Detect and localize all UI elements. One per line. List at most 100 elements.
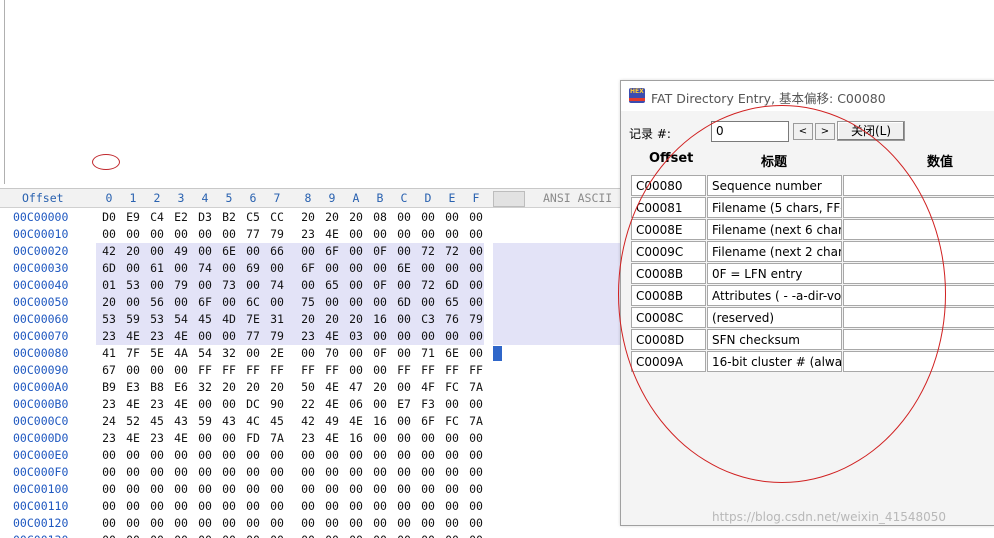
hex-byte[interactable]: 00 xyxy=(121,226,145,243)
hex-byte[interactable]: 03 xyxy=(344,328,368,345)
hex-byte[interactable]: 00 xyxy=(145,498,169,515)
hex-byte[interactable]: 77 xyxy=(241,328,265,345)
hex-row[interactable]: 00C00100 00 00 00 00 00 00 00 00 00 00 00 00 00 00 00 00 xyxy=(0,481,640,498)
hex-byte[interactable]: 7A xyxy=(265,430,289,447)
hex-byte[interactable]: 00 xyxy=(416,226,440,243)
hex-byte[interactable]: 53 xyxy=(97,311,121,328)
hex-byte[interactable]: 4E xyxy=(169,396,193,413)
hex-byte[interactable]: FF xyxy=(416,362,440,379)
hex-byte[interactable]: FC xyxy=(440,379,464,396)
hex-byte[interactable]: 00 xyxy=(440,430,464,447)
hex-byte[interactable]: 00 xyxy=(145,226,169,243)
hex-byte[interactable]: 00 xyxy=(464,498,488,515)
hex-byte[interactable]: 23 xyxy=(97,328,121,345)
hex-byte[interactable]: 00 xyxy=(392,379,416,396)
hex-row[interactable]: 00C000E0 00 00 00 00 00 00 00 00 00 00 00 00 00 00 00 00 xyxy=(0,447,640,464)
hex-byte[interactable]: 4E xyxy=(320,430,344,447)
hex-byte[interactable]: 00 xyxy=(320,260,344,277)
hex-byte[interactable]: 00 xyxy=(217,328,241,345)
hex-byte[interactable]: 00 xyxy=(392,430,416,447)
hex-byte[interactable]: 00 xyxy=(464,481,488,498)
hex-byte[interactable]: 00 xyxy=(217,532,241,538)
hex-byte[interactable]: 23 xyxy=(296,226,320,243)
hex-byte[interactable]: D0 xyxy=(97,209,121,226)
hex-byte[interactable]: 00 xyxy=(241,532,265,538)
hex-byte[interactable]: 00 xyxy=(241,481,265,498)
hex-byte[interactable]: 43 xyxy=(217,413,241,430)
hex-byte[interactable]: 16 xyxy=(368,413,392,430)
hex-byte[interactable]: 00 xyxy=(464,209,488,226)
hex-byte[interactable]: B2 xyxy=(217,209,241,226)
hex-byte[interactable]: 74 xyxy=(193,260,217,277)
hex-byte[interactable]: 00 xyxy=(344,345,368,362)
hex-byte[interactable]: 00 xyxy=(193,396,217,413)
hex-byte[interactable]: 79 xyxy=(265,328,289,345)
hex-byte[interactable]: 59 xyxy=(193,413,217,430)
hex-byte[interactable]: 00 xyxy=(241,447,265,464)
entry-value-cell[interactable] xyxy=(843,241,994,262)
hex-byte[interactable]: 45 xyxy=(193,311,217,328)
hex-byte[interactable]: 00 xyxy=(121,481,145,498)
hex-byte[interactable]: 23 xyxy=(145,430,169,447)
hex-byte[interactable]: 00 xyxy=(121,498,145,515)
hex-byte[interactable]: 6D xyxy=(392,294,416,311)
hex-byte[interactable]: 00 xyxy=(193,226,217,243)
hex-byte[interactable]: 4E xyxy=(320,226,344,243)
hex-byte[interactable]: 00 xyxy=(440,464,464,481)
hex-byte[interactable]: 00 xyxy=(320,294,344,311)
hex-byte[interactable]: 6E xyxy=(392,260,416,277)
hex-byte[interactable]: 7F xyxy=(121,345,145,362)
hex-byte[interactable]: 00 xyxy=(464,345,488,362)
hex-byte[interactable]: 6C xyxy=(241,294,265,311)
hex-byte[interactable]: E6 xyxy=(169,379,193,396)
hex-byte[interactable]: E3 xyxy=(121,379,145,396)
hex-byte[interactable]: 00 xyxy=(368,226,392,243)
hex-byte[interactable]: 08 xyxy=(368,209,392,226)
hex-row[interactable]: 00C00050 20 00 56 00 6F 00 6C 00 75 00 00 00 6D 00 65 00 xyxy=(0,294,640,311)
hex-editor-view[interactable]: Offset ANSI ASCII 0123456789ABCDEF 00C00… xyxy=(0,188,640,538)
hex-byte[interactable]: 72 xyxy=(416,243,440,260)
hex-byte[interactable]: 00 xyxy=(392,498,416,515)
hex-byte[interactable]: 67 xyxy=(97,362,121,379)
hex-byte[interactable]: 00 xyxy=(416,209,440,226)
hex-byte[interactable]: 00 xyxy=(217,294,241,311)
hex-byte[interactable]: 74 xyxy=(265,277,289,294)
hex-byte[interactable]: FF xyxy=(320,362,344,379)
hex-byte[interactable]: E2 xyxy=(169,209,193,226)
hex-byte[interactable]: 6F xyxy=(193,294,217,311)
hex-byte[interactable]: 72 xyxy=(416,277,440,294)
hex-byte[interactable]: 16 xyxy=(344,430,368,447)
hex-byte[interactable]: 00 xyxy=(296,464,320,481)
hex-byte[interactable]: 00 xyxy=(97,532,121,538)
hex-byte[interactable]: 00 xyxy=(416,515,440,532)
hex-byte[interactable]: FC xyxy=(440,413,464,430)
hex-byte[interactable]: 4C xyxy=(241,413,265,430)
hex-row[interactable]: 00C00000 D0 E9 C4 E2 D3 B2 C5 CC 20 20 20 08 00 00 00 00 xyxy=(0,209,640,226)
hex-byte[interactable]: 00 xyxy=(121,515,145,532)
hex-byte[interactable]: 79 xyxy=(265,226,289,243)
hex-byte[interactable]: 00 xyxy=(440,328,464,345)
hex-row[interactable]: 00C0013000000000000000000000000000000000 xyxy=(0,532,640,538)
close-button[interactable]: 关闭(L) xyxy=(837,121,905,141)
hex-byte[interactable]: 00 xyxy=(193,515,217,532)
hex-byte[interactable]: 50 xyxy=(296,379,320,396)
hex-byte[interactable]: 00 xyxy=(296,498,320,515)
hex-byte[interactable]: 00 xyxy=(217,226,241,243)
hex-byte[interactable]: 00 xyxy=(344,226,368,243)
hex-byte[interactable]: 00 xyxy=(169,498,193,515)
hex-byte[interactable]: 00 xyxy=(241,243,265,260)
hex-byte[interactable]: 00 xyxy=(368,515,392,532)
hex-byte[interactable]: 00 xyxy=(464,515,488,532)
hex-row[interactable]: 00C000A0 B9 E3 B8 E6 32 20 20 20 50 4E 47 20 00 4F FC 7A xyxy=(0,379,640,396)
hex-byte[interactable]: FF xyxy=(217,362,241,379)
hex-byte[interactable]: 31 xyxy=(265,311,289,328)
hex-byte[interactable]: 00 xyxy=(320,498,344,515)
hex-byte[interactable]: 20 xyxy=(320,311,344,328)
hex-byte[interactable]: 23 xyxy=(97,430,121,447)
hex-byte[interactable]: 00 xyxy=(392,532,416,538)
hex-byte[interactable]: 00 xyxy=(217,464,241,481)
hex-byte[interactable]: 00 xyxy=(241,345,265,362)
hex-byte[interactable]: 00 xyxy=(440,481,464,498)
hex-byte[interactable]: 00 xyxy=(217,447,241,464)
hex-byte[interactable]: E9 xyxy=(121,209,145,226)
